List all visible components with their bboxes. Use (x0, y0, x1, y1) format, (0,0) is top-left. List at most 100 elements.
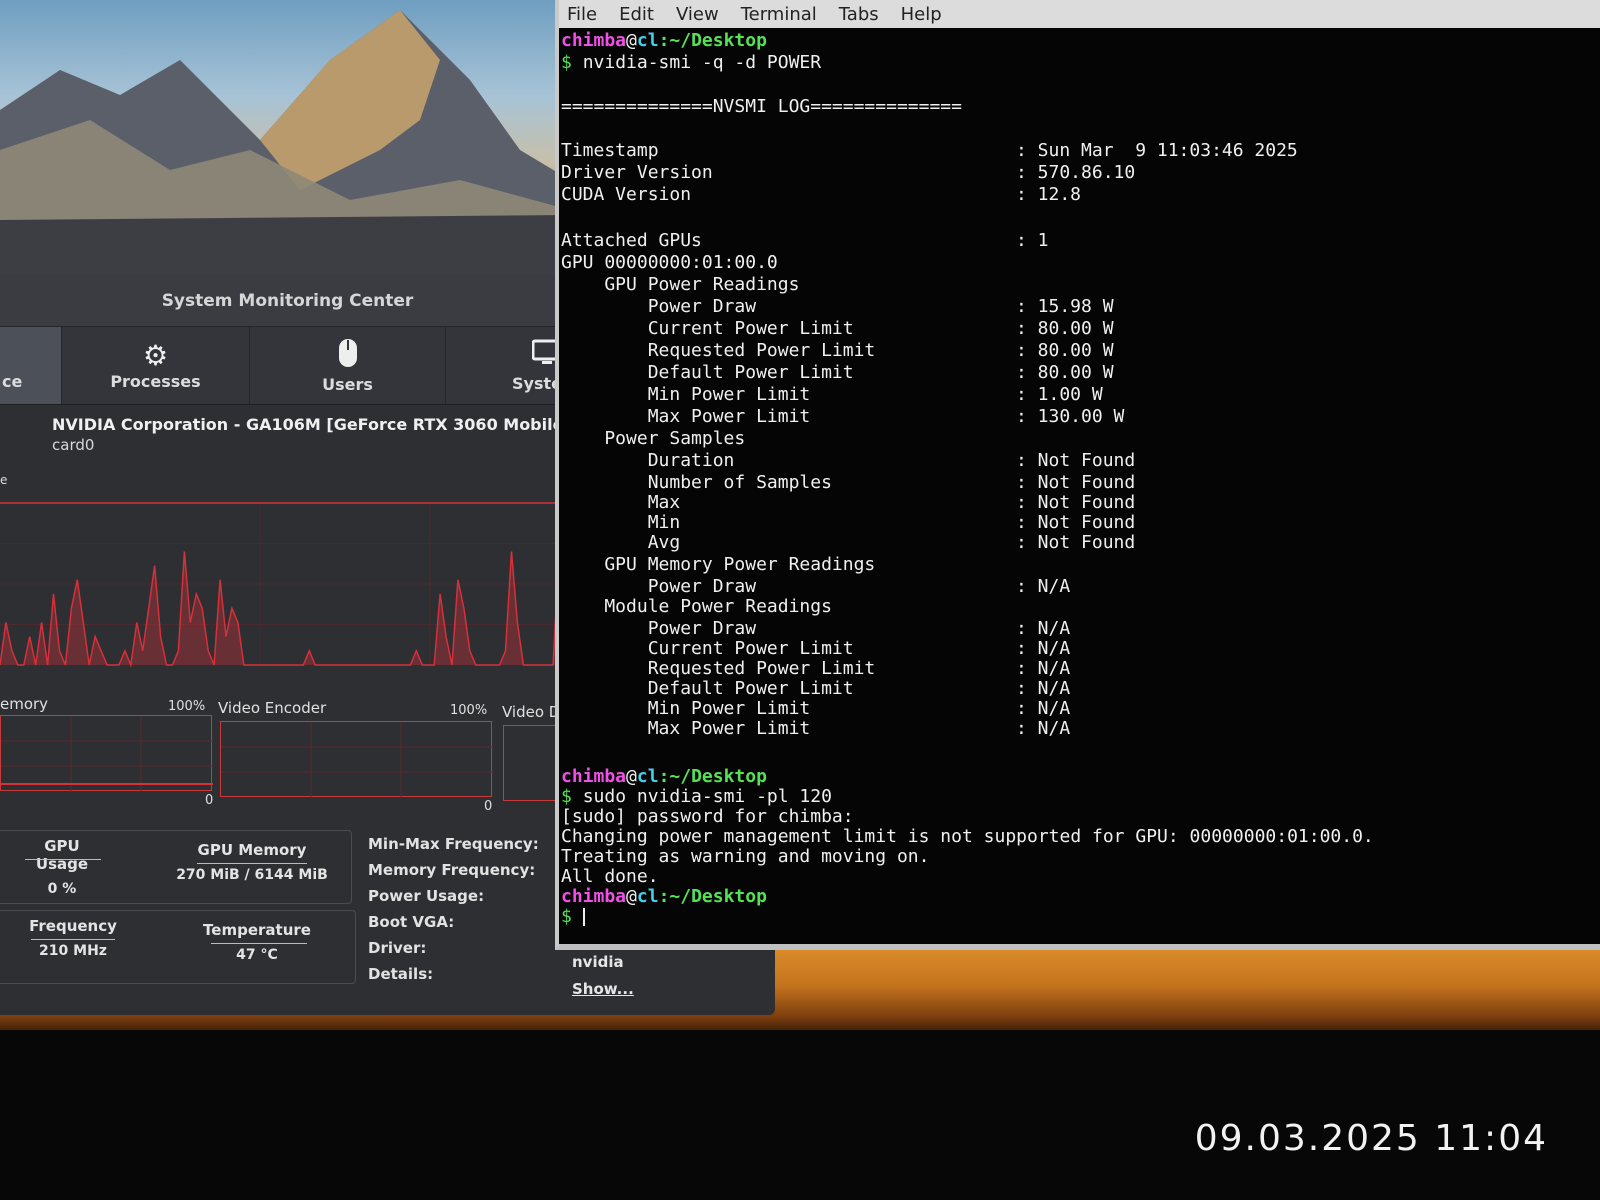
nvsmi-key: Requested Power Limit (561, 658, 876, 679)
nvsmi-value: : 1.00 W (1016, 384, 1103, 405)
menu-file[interactable]: File (567, 4, 597, 25)
separator (197, 863, 307, 864)
menu-help[interactable]: Help (901, 4, 942, 25)
nvsmi-line: GPU Power Readings (561, 274, 799, 296)
nvsmi-line: CUDA Version: 12.8 (561, 184, 1081, 206)
nvsmi-line: Power Draw: N/A (561, 576, 1071, 598)
tab-users[interactable]: Users (250, 327, 446, 404)
tab-processes[interactable]: ⚙ Processes (62, 327, 250, 404)
tab-bar: ce ⚙ Processes Users Syste (0, 327, 575, 405)
usage-memory-box: GPU Usage 0 % GPU Memory 270 MiB / 6144 … (0, 830, 352, 904)
menu-edit[interactable]: Edit (619, 4, 654, 25)
video-encoder-chart (220, 721, 493, 798)
nvsmi-line: Max Power Limit: N/A (561, 718, 1071, 740)
menu-tabs[interactable]: Tabs (839, 4, 879, 25)
nvsmi-line: Module Power Readings (561, 596, 832, 618)
nvsmi-key: Default Power Limit (561, 362, 854, 383)
output-line: Changing power management limit is not s… (561, 826, 1374, 847)
active-prompt[interactable]: $ (561, 906, 585, 928)
monitor-titlebar[interactable]: System Monitoring Center (0, 275, 575, 327)
gear-icon: ⚙ (142, 339, 169, 372)
command-line: $ sudo nvidia-smi -pl 120 (561, 786, 832, 807)
terminal-output[interactable]: chimba@cl:~/Desktop $ nvidia-smi -q -d P… (561, 30, 1600, 944)
gpu-usage-stat: GPU Usage 0 % (17, 837, 107, 897)
nvsmi-value: : 80.00 W (1016, 318, 1114, 339)
log-header: ==============NVSMI LOG============== (561, 96, 962, 117)
prompt-line: chimba@cl:~/Desktop (561, 30, 767, 51)
gpu-name: NVIDIA Corporation - GA106M [GeForce RTX… (52, 415, 575, 434)
nvsmi-value: : 1 (1016, 230, 1049, 251)
temperature-value: 47 °C (236, 947, 278, 963)
video-encoder-min: 0 (484, 799, 493, 814)
nvsmi-line: Attached GPUs : 1 (561, 230, 1049, 252)
nvsmi-key: Current Power Limit (561, 638, 854, 659)
nvsmi-line: Requested Power Limit: 80.00 W (561, 340, 1114, 362)
terminal-menubar: File Edit View Terminal Tabs Help (559, 0, 1600, 28)
memory-chart-min: 0 (205, 793, 214, 808)
nvsmi-key: Duration (561, 450, 735, 471)
driver-value: nvidia (572, 953, 624, 971)
nvsmi-value: : 12.8 (1016, 184, 1082, 205)
nvsmi-line: Max: Not Found (561, 492, 1136, 514)
video-encoder-label: Video Encoder (218, 699, 327, 717)
nvsmi-line: Current Power Limit: 80.00 W (561, 318, 1114, 340)
monitor-bezel (0, 1030, 1600, 1200)
temperature-stat: Temperature 47 °C (197, 921, 317, 963)
nvsmi-value: : 130.00 W (1016, 406, 1125, 427)
nvsmi-value: : N/A (1016, 638, 1071, 659)
nvsmi-line: Default Power Limit: N/A (561, 678, 1071, 700)
nvsmi-key: Power Draw (561, 296, 757, 317)
info-label-memory-frequency: Memory Frequency: (368, 861, 536, 879)
nvsmi-value: : N/A (1016, 618, 1071, 639)
nvsmi-line: Driver Version: 570.86.10 (561, 162, 1135, 184)
nvsmi-value: : Not Found (1016, 532, 1136, 553)
video-encoder-max: 100% (450, 703, 488, 718)
nvsmi-key: Timestamp (561, 140, 659, 161)
output-line: [sudo] password for chimba: (561, 806, 854, 827)
info-label-driver: Driver: (368, 939, 427, 957)
nvsmi-key: Attached GPUs (561, 230, 702, 251)
info-label-boot-vga: Boot VGA: (368, 913, 455, 931)
gpu-load-area (0, 551, 565, 665)
nvsmi-line: Min: Not Found (561, 512, 1136, 534)
temperature-label: Temperature (203, 921, 311, 939)
nvsmi-value: : N/A (1016, 658, 1071, 679)
menu-view[interactable]: View (676, 4, 719, 25)
performance-icon (2, 340, 12, 372)
gpu-usage-label: GPU Usage (35, 837, 89, 873)
gpu-memory-label: GPU Memory (197, 841, 307, 859)
nvsmi-key: Number of Samples (561, 472, 832, 493)
desktop-wallpaper (0, 0, 570, 275)
info-label-min-max-frequency: Min-Max Frequency: (368, 835, 539, 853)
frequency-value: 210 MHz (39, 943, 107, 959)
nvsmi-line: Requested Power Limit : N/A (561, 658, 1071, 680)
nvsmi-key: GPU Power Readings (561, 274, 800, 295)
tab-label: Processes (110, 372, 201, 391)
nvsmi-key: Power Draw (561, 618, 757, 639)
output-line: All done. (561, 866, 659, 887)
prompt-line: chimba@cl:~/Desktop (561, 886, 767, 907)
nvsmi-key: Min Power Limit (561, 698, 811, 719)
nvsmi-value: : 80.00 W (1016, 362, 1114, 383)
info-label-details: Details: (368, 965, 434, 983)
nvsmi-value: : 570.86.10 (1016, 162, 1136, 183)
nvsmi-line: Default Power Limit : 80.00 W (561, 362, 1114, 384)
terminal-window[interactable]: File Edit View Terminal Tabs Help chimba… (555, 0, 1600, 950)
info-label-power-usage: Power Usage: (368, 887, 485, 905)
tab-performance[interactable]: ce (0, 327, 62, 404)
system-monitor-window: System Monitoring Center ce ⚙ Processes … (0, 275, 575, 1015)
gpu-info-labels: Min-Max Frequency: Memory Frequency: Pow… (368, 835, 539, 991)
separator (31, 939, 115, 940)
nvsmi-value: : N/A (1016, 576, 1071, 597)
details-show-link[interactable]: Show... (572, 980, 634, 998)
gpu-memory-value: 270 MiB / 6144 MiB (176, 867, 328, 883)
frequency-label: Frequency (29, 917, 117, 935)
nvsmi-key: Max Power Limit (561, 406, 811, 427)
nvsmi-line: Timestamp : Sun Mar 9 11:03:46 2025 (561, 140, 1298, 162)
nvsmi-key: Min Power Limit (561, 384, 811, 405)
nvsmi-value: : N/A (1016, 718, 1071, 739)
nvsmi-line: Current Power Limit : N/A (561, 638, 1071, 660)
nvsmi-value: : Sun Mar 9 11:03:46 2025 (1016, 140, 1298, 161)
tab-label: ce (2, 372, 23, 391)
menu-terminal[interactable]: Terminal (741, 4, 817, 25)
